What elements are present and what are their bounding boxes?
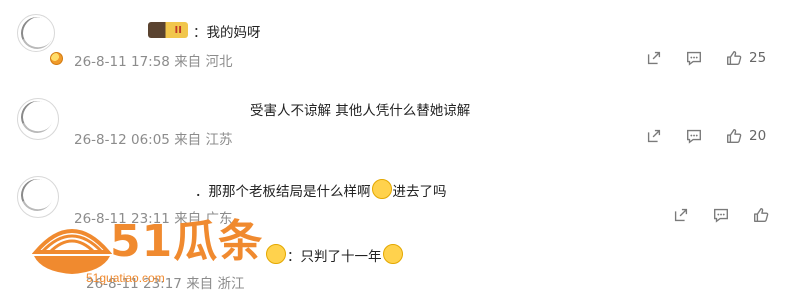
comment-meta: 26-8-12 06:05 来自 江苏 <box>74 128 232 148</box>
comment-icon[interactable] <box>684 48 704 68</box>
like-icon[interactable] <box>724 126 744 146</box>
crying-emoji-icon <box>382 244 403 264</box>
reply-text-part: ：只判了十一年 <box>287 249 382 265</box>
watermark-url: 51guatiao.com <box>86 271 165 285</box>
location-pin-icon <box>50 52 63 65</box>
share-icon[interactable] <box>644 48 664 68</box>
comment-date: 26-8-12 06:05 <box>74 132 170 148</box>
crying-emoji-icon <box>371 179 392 199</box>
reply-location: 来自 浙江 <box>186 276 245 292</box>
comment-text-part: ．那那个老板结局是什么样啊 <box>195 184 371 200</box>
comment-icon[interactable] <box>684 126 704 146</box>
comment-text: 受害人不谅解 其他人凭什么替她谅解 <box>250 103 471 119</box>
comment-meta: 26-8-11 17:58 来自 河北 <box>74 50 232 70</box>
comment-text-part: 进去了吗 <box>392 184 447 200</box>
comment-location: 来自 河北 <box>174 54 233 70</box>
avatar[interactable] <box>17 98 59 140</box>
share-icon[interactable] <box>671 205 691 225</box>
reply-text: ：只判了十一年 <box>265 244 404 265</box>
avatar[interactable] <box>17 14 55 52</box>
comment-text: ：我的妈呀 <box>193 25 261 41</box>
like-count: 25 <box>749 50 767 66</box>
like-icon[interactable] <box>751 205 771 225</box>
comment-actions <box>671 205 771 225</box>
comment-actions: 20 <box>644 126 766 146</box>
level-badge-label: II <box>174 24 182 36</box>
like-icon[interactable] <box>724 48 744 68</box>
comment-location: 来自 江苏 <box>174 132 233 148</box>
comment-actions: 25 <box>644 48 766 68</box>
level-badge: II <box>148 22 188 38</box>
watermark-brand: 51瓜条 <box>110 216 264 267</box>
smile-emoji-icon <box>266 244 286 264</box>
share-icon[interactable] <box>644 126 664 146</box>
comment-icon[interactable] <box>711 205 731 225</box>
comment-date: 26-8-11 17:58 <box>74 54 170 70</box>
like-count: 20 <box>749 128 767 144</box>
comment-text: ．那那个老板结局是什么样啊 进去了吗 <box>195 179 447 200</box>
